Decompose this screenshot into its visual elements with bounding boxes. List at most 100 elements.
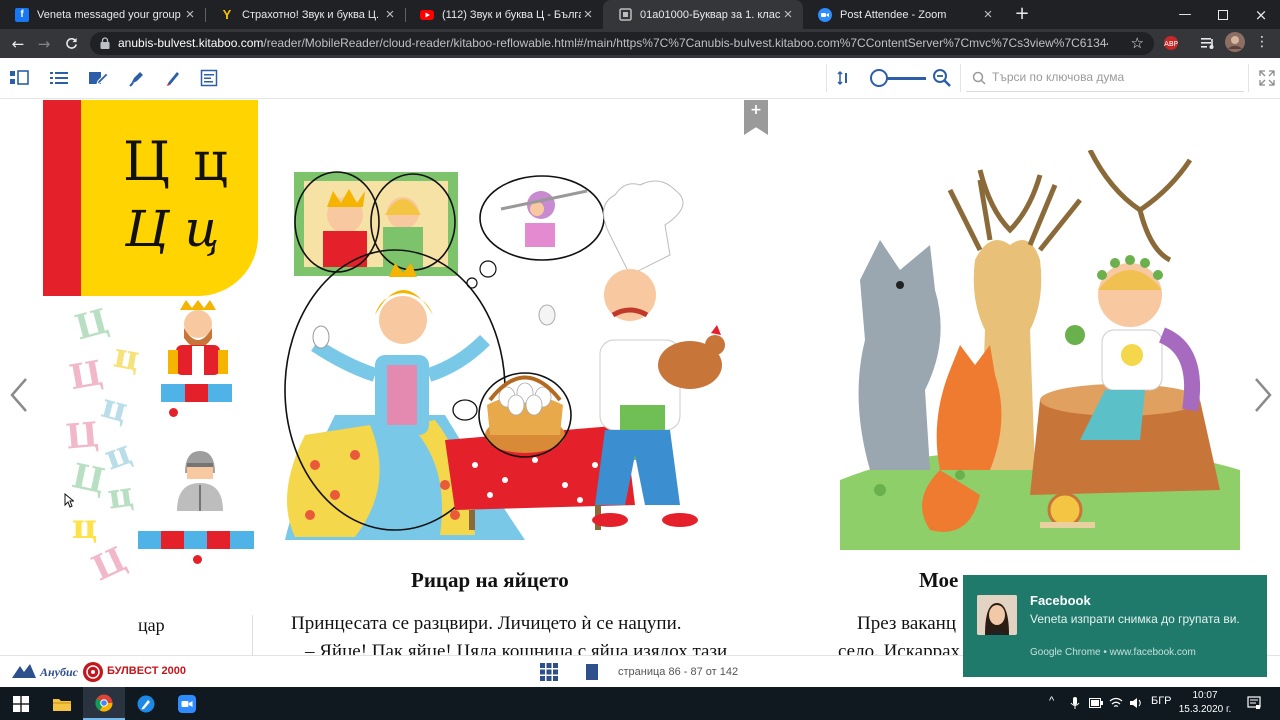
zoom-taskbar-button[interactable] — [166, 687, 208, 720]
media-control-icon[interactable] — [1198, 34, 1218, 52]
summary-icon[interactable] — [198, 68, 220, 88]
toolbar-separator — [1248, 64, 1249, 92]
zoom-slider-handle[interactable] — [870, 69, 888, 87]
system-clock[interactable]: 10:07 15.3.2020 г. — [1175, 689, 1235, 717]
next-page-arrow-icon[interactable] — [1250, 375, 1276, 415]
letter-card: Ц ц Ц ц — [43, 100, 258, 296]
notifications-icon[interactable] — [1247, 696, 1261, 710]
maximize-button[interactable] — [1204, 0, 1242, 29]
zoom-icon — [178, 694, 196, 713]
tab-bukvar[interactable]: 01а01000-Буквар за 1. клас × — [603, 0, 803, 29]
bookmark-star-icon[interactable]: ☆ — [1131, 34, 1144, 52]
grid-view-icon[interactable] — [539, 662, 559, 682]
close-icon[interactable]: × — [981, 7, 995, 22]
windows-taskbar: ^ БГР 10:07 15.3.2020 г. — [0, 687, 1280, 720]
book-page-spread: Ц ц Ц ц Ц ц Ц ц Ц ц Ц ц ц Ц + Рицар на я… — [0, 100, 1280, 655]
close-window-button[interactable]: × — [1242, 0, 1280, 29]
bulvest-logo-icon — [83, 662, 103, 682]
close-icon[interactable]: × — [581, 7, 595, 22]
battery-icon[interactable] — [1089, 698, 1103, 708]
tab-yandex[interactable]: Y Страхотно! Звук и буква Ц. Бълг × — [205, 0, 405, 29]
svg-text:ABP: ABP — [1164, 40, 1178, 48]
extension-icon[interactable]: ABP — [1162, 34, 1180, 52]
svg-text:ц: ц — [111, 336, 143, 380]
lock-icon — [100, 37, 110, 49]
notes-icon[interactable] — [87, 68, 109, 88]
new-tab-button[interactable]: + — [1012, 4, 1032, 24]
thumbnails-icon[interactable] — [8, 68, 30, 88]
anubis-logo-icon — [12, 664, 36, 678]
mouse-cursor-icon — [64, 493, 74, 508]
close-icon[interactable]: × — [781, 7, 795, 22]
single-page-view-icon[interactable] — [585, 663, 599, 681]
tab-facebook[interactable]: f Veneta messaged your group × — [0, 0, 205, 29]
tab-label: 01а01000-Буквар за 1. клас — [640, 8, 781, 21]
notification-source: Google Chrome • www.facebook.com — [1030, 647, 1196, 658]
letter-print-form: Ц ц — [123, 130, 231, 193]
tab-label: Veneta messaged your group — [37, 8, 181, 21]
menu-kebab-icon[interactable]: ⋮ — [1254, 33, 1270, 51]
forward-button[interactable]: → — [33, 33, 55, 55]
example-word: цар — [138, 615, 165, 635]
table-of-contents-icon[interactable] — [48, 68, 70, 88]
text-size-icon[interactable] — [832, 68, 854, 88]
url-host: anubis-bulvest.kitaboo.com — [118, 36, 264, 50]
zoom-out-icon[interactable] — [931, 68, 953, 88]
bulvest-logo: БУЛВЕСТ 2000 — [107, 665, 186, 677]
story-title-right: Мое — [919, 568, 959, 592]
stress-dot — [169, 408, 178, 417]
reload-button[interactable] — [60, 33, 82, 55]
close-icon[interactable]: × — [383, 7, 397, 22]
syllable-scheme-king — [161, 384, 232, 402]
microphone-icon[interactable] — [1070, 697, 1080, 710]
address-bar: ← → anubis-bulvest.kitaboo.com/reader/Mo… — [0, 29, 1280, 58]
windows-icon — [13, 695, 29, 712]
url-path: /reader/MobileReader/cloud-reader/kitabo… — [263, 36, 1108, 50]
tab-zoom[interactable]: Post Attendee - Zoom × — [803, 0, 1003, 29]
back-button[interactable]: ← — [7, 33, 29, 55]
url-field[interactable]: anubis-bulvest.kitaboo.com/reader/Mobile… — [90, 32, 1154, 55]
start-button[interactable] — [0, 687, 42, 720]
page-indicator: страница 86 - 87 от 142 — [618, 666, 739, 678]
minimize-button[interactable]: — — [1166, 0, 1204, 29]
folder-icon — [53, 698, 71, 711]
previous-page-arrow-icon[interactable] — [6, 375, 32, 415]
tab-youtube[interactable]: (112) Звук и буква Ц - Българск × — [405, 0, 603, 29]
story-text-line-right: През ваканц — [857, 613, 957, 634]
sender-avatar — [977, 595, 1017, 635]
language-indicator[interactable]: БГР — [1151, 695, 1172, 707]
svg-text:Ц: Ц — [64, 415, 100, 458]
tray-chevron-icon[interactable]: ^ — [1049, 695, 1054, 707]
fullscreen-icon[interactable] — [1256, 68, 1278, 88]
pen-icon[interactable] — [162, 68, 184, 88]
file-explorer-button[interactable] — [41, 687, 83, 720]
chrome-taskbar-button[interactable] — [83, 687, 125, 720]
anubis-logo: Анубис — [40, 665, 78, 679]
keyword-search — [966, 66, 1244, 92]
svg-text:Ц: Ц — [71, 308, 113, 348]
yandex-icon: Y — [222, 7, 232, 22]
youtube-icon — [420, 8, 434, 22]
svg-text:ц: ц — [72, 507, 97, 547]
facebook-notification[interactable]: Facebook Veneta изпрати снимка до групат… — [963, 575, 1267, 677]
letter-script-form: Ц ц — [125, 200, 220, 258]
browser-tab-strip: f Veneta messaged your group × Y Страхот… — [0, 0, 1280, 29]
tab-label: Post Attendee - Zoom — [840, 8, 947, 21]
toolbar-separator — [960, 64, 961, 92]
svg-text:Ц: Ц — [66, 353, 105, 398]
search-input[interactable] — [992, 70, 1232, 84]
wifi-icon[interactable] — [1109, 697, 1123, 709]
column-divider — [252, 615, 253, 655]
facebook-icon: f — [15, 7, 29, 22]
story-text-line: – Яйце! Пак яйце! Цяла кошница с яйца из… — [305, 641, 728, 655]
close-icon[interactable]: × — [183, 7, 197, 22]
highlighter-icon[interactable] — [126, 68, 148, 88]
pencil-app-button[interactable] — [125, 687, 167, 720]
url-text: anubis-bulvest.kitaboo.com/reader/Mobile… — [118, 36, 1108, 50]
bookmark-ribbon[interactable]: + — [744, 100, 768, 135]
svg-text:ц: ц — [105, 475, 135, 518]
profile-avatar[interactable] — [1224, 32, 1246, 52]
volume-icon[interactable] — [1129, 697, 1143, 709]
svg-text:Ц: Ц — [68, 456, 108, 502]
pencil-app-icon — [137, 695, 155, 712]
